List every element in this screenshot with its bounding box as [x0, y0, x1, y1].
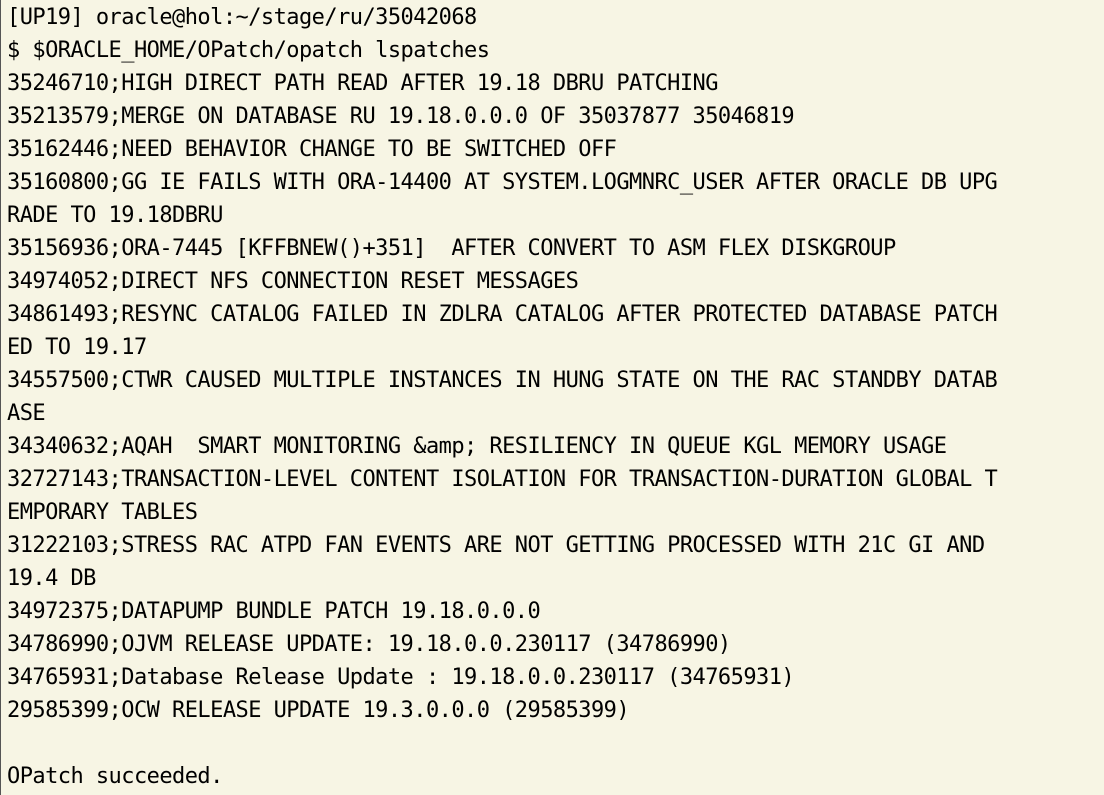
output-line: ASE: [7, 401, 46, 426]
output-line: 34340632;AQAH SMART MONITORING &amp; RES…: [7, 434, 947, 459]
output-line: 29585399;OCW RELEASE UPDATE 19.3.0.0.0 (…: [7, 698, 630, 723]
prompt-line: [UP19] oracle@hol:~/stage/ru/35042068: [7, 5, 477, 30]
output-line: 35213579;MERGE ON DATABASE RU 19.18.0.0.…: [7, 104, 795, 129]
output-line: 35162446;NEED BEHAVIOR CHANGE TO BE SWIT…: [7, 137, 617, 162]
status-line: OPatch succeeded.: [7, 764, 223, 789]
output-line: 34557500;CTWR CAUSED MULTIPLE INSTANCES …: [7, 368, 998, 393]
terminal-window[interactable]: [UP19] oracle@hol:~/stage/ru/35042068 $ …: [0, 0, 1104, 795]
output-line: 35246710;HIGH DIRECT PATH READ AFTER 19.…: [7, 71, 718, 96]
output-line: 34765931;Database Release Update : 19.18…: [7, 665, 795, 690]
output-line: 19.4 DB: [7, 566, 96, 591]
output-line: 31222103;STRESS RAC ATPD FAN EVENTS ARE …: [7, 533, 985, 558]
output-line: 35160800;GG IE FAILS WITH ORA-14400 AT S…: [7, 170, 998, 195]
output-line: 34786990;OJVM RELEASE UPDATE: 19.18.0.0.…: [7, 632, 731, 657]
output-line: ED TO 19.17: [7, 335, 147, 360]
output-line: 35156936;ORA-7445 [KFFBNEW()+351] AFTER …: [7, 236, 896, 261]
output-line: RADE TO 19.18DBRU: [7, 203, 223, 228]
output-line: 34972375;DATAPUMP BUNDLE PATCH 19.18.0.0…: [7, 599, 541, 624]
output-line: 34861493;RESYNC CATALOG FAILED IN ZDLRA …: [7, 302, 998, 327]
output-line: EMPORARY TABLES: [7, 500, 198, 525]
command-line: $ $ORACLE_HOME/OPatch/opatch lspatches: [7, 38, 490, 63]
output-line: 34974052;DIRECT NFS CONNECTION RESET MES…: [7, 269, 579, 294]
output-line: 32727143;TRANSACTION-LEVEL CONTENT ISOLA…: [7, 467, 998, 492]
